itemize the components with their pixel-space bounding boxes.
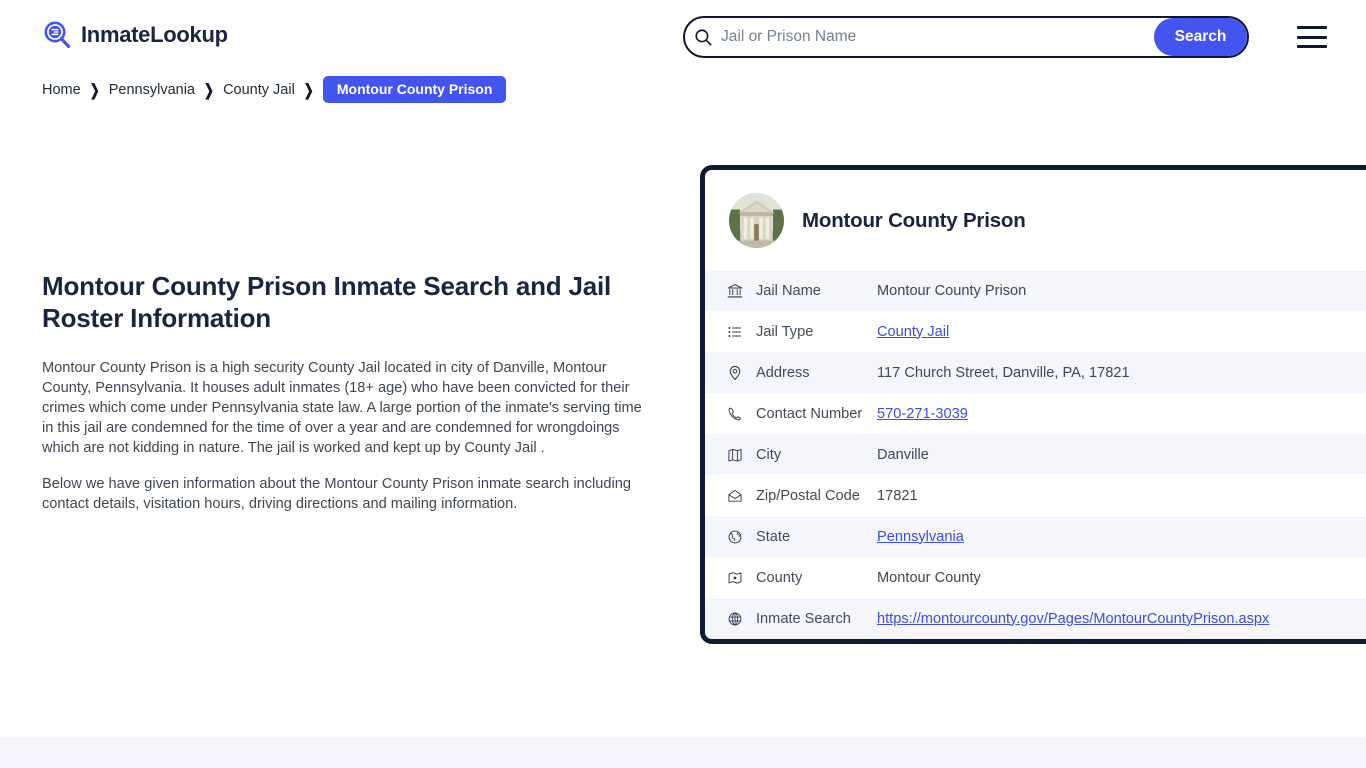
globe-icon (727, 529, 756, 545)
hamburger-bar-1 (1297, 26, 1327, 29)
row-value-link[interactable]: https://montourcounty.gov/Pages/MontourC… (877, 611, 1269, 627)
table-row: Contact Number 570-271-3039 (705, 393, 1366, 434)
table-row: Jail Name Montour County Prison (705, 270, 1366, 311)
row-value-link[interactable]: County Jail (877, 324, 949, 340)
row-value: 117 Church Street, Danville, PA, 17821 (877, 364, 1130, 381)
table-row: Zip/Postal Code 17821 (705, 475, 1366, 516)
jail-info-card: Montour County Prison Jail Name Montour … (700, 165, 1366, 644)
row-label: Contact Number (756, 405, 863, 422)
breadcrumb-item-state[interactable]: Pennsylvania (109, 82, 195, 98)
footer-band (0, 737, 1366, 768)
search-input[interactable] (721, 18, 1154, 56)
hamburger-bar-2 (1297, 35, 1327, 39)
chevron-right-icon: ❯ (204, 80, 215, 99)
envelope-icon (727, 488, 756, 504)
row-label: Zip/Postal Code (756, 487, 860, 504)
chevron-right-icon: ❯ (303, 80, 314, 99)
table-row: Jail Type County Jail (705, 311, 1366, 352)
hamburger-bar-3 (1297, 45, 1327, 48)
table-row: Inmate Search https://montourcounty.gov/… (705, 598, 1366, 639)
card-title: Montour County Prison (802, 208, 1026, 232)
table-row: County Montour County (705, 557, 1366, 598)
breadcrumb: Home ❯ Pennsylvania ❯ County Jail ❯ Mont… (42, 76, 507, 103)
row-label: City (756, 446, 782, 463)
row-value: Montour County (877, 569, 981, 586)
chevron-right-icon: ❯ (89, 80, 100, 99)
secondary-paragraph: Below we have given information about th… (42, 476, 631, 512)
row-label: Jail Name (756, 282, 821, 299)
table-row: State Pennsylvania (705, 516, 1366, 557)
site-header: InmateLookup Search (0, 0, 1366, 74)
row-label: Jail Type (756, 323, 814, 340)
web-globe-icon (727, 611, 756, 627)
table-row: City Danville (705, 434, 1366, 475)
row-label: Inmate Search (756, 610, 851, 627)
page-title: Montour County Prison Inmate Search and … (42, 271, 612, 333)
search-button[interactable]: Search (1154, 18, 1247, 56)
breadcrumb-item-current: Montour County Prison (322, 76, 507, 103)
jail-info-table: Jail Name Montour County Prison Jail Typ… (705, 270, 1366, 639)
hamburger-menu-icon[interactable] (1297, 26, 1327, 48)
breadcrumb-item-home[interactable]: Home (42, 82, 81, 98)
brand-logo-link[interactable]: InmateLookup (42, 20, 228, 50)
row-value: Montour County Prison (877, 282, 1027, 299)
search-icon (685, 28, 721, 47)
row-label: State (756, 528, 791, 545)
map-icon (727, 447, 756, 463)
map-pin-icon (727, 365, 756, 381)
intro-paragraph: Montour County Prison is a high security… (42, 360, 642, 456)
brand-name: InmateLookup (81, 22, 228, 47)
search-logo-icon (42, 20, 72, 50)
search-bar: Search (683, 16, 1249, 58)
article-column: Montour County Prison Inmate Search and … (42, 270, 642, 514)
list-icon (727, 324, 756, 340)
phone-icon (727, 406, 756, 422)
row-value: Danville (877, 446, 929, 463)
breadcrumb-item-jailtype[interactable]: County Jail (223, 82, 295, 98)
card-header: Montour County Prison (705, 170, 1366, 270)
row-label: Address (756, 364, 810, 381)
courthouse-photo (729, 193, 784, 248)
table-row: Address 117 Church Street, Danville, PA,… (705, 352, 1366, 393)
map-marked-icon (727, 570, 756, 586)
row-label: County (756, 569, 803, 586)
row-value: 17821 (877, 487, 918, 504)
row-value-link[interactable]: 570-271-3039 (877, 406, 968, 422)
landmark-icon (727, 283, 756, 299)
row-value-link[interactable]: Pennsylvania (877, 529, 964, 545)
